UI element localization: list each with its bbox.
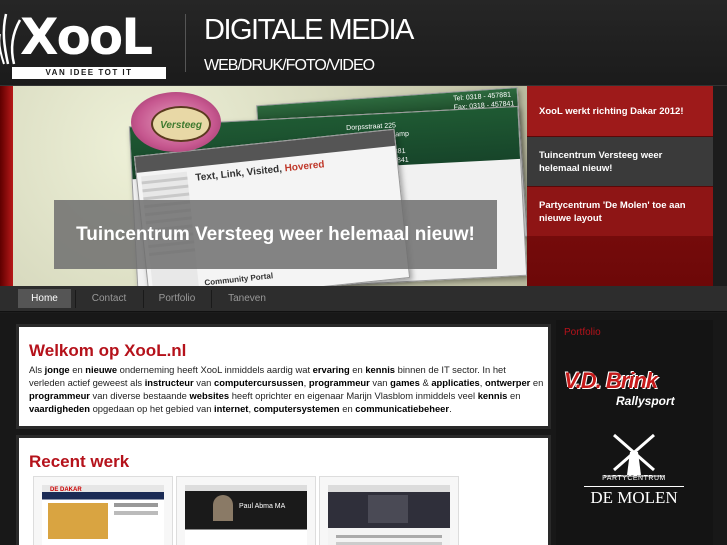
page: XooL VAN IDEE TOT IT DIGITALE MEDIA WEB/…	[0, 0, 727, 545]
news-list: XooL werkt richting Dakar 2012! Tuincent…	[527, 86, 727, 286]
intro-text-run: &	[419, 377, 432, 388]
recent-work-panel: Recent werk DE DAKAR Paul Abma MA	[16, 435, 551, 545]
welcome-text: Als jonge en nieuwe onderneming heeft Xo…	[29, 363, 544, 415]
thumb-person[interactable]: Paul Abma MA	[176, 476, 316, 545]
intro-keyword: ervaring	[312, 364, 350, 375]
intro-keyword: applicaties	[431, 377, 480, 388]
thumb-molen[interactable]	[319, 476, 459, 545]
welcome-panel: Welkom op XooL.nl Als jonge en nieuwe on…	[16, 324, 551, 429]
main-nav: Home Contact Portfolio Taneven	[0, 286, 727, 312]
vd-brink-logo[interactable]: V.D. Brink Rallysport	[564, 368, 704, 418]
site-title: DIGITALE MEDIA	[204, 14, 414, 46]
intro-text-run: van	[369, 377, 391, 388]
slider-edge	[0, 86, 13, 286]
intro-text-run: en	[339, 403, 356, 414]
logo-tagline: VAN IDEE TOT IT	[12, 67, 166, 79]
header-divider	[185, 14, 186, 72]
intro-text-run: opgedaan op het gebied van	[89, 403, 215, 414]
intro-text-run: en	[530, 377, 544, 388]
portfolio-sidebar: Portfolio V.D. Brink Rallysport PARTYCEN…	[556, 320, 713, 545]
intro-keyword: nieuwe	[85, 364, 118, 375]
intro-text-run: en	[507, 390, 521, 401]
intro-text-run: en	[349, 364, 366, 375]
intro-text-run: en	[69, 364, 86, 375]
intro-text-run: van diverse bestaande	[89, 390, 190, 401]
news-item-versteeg[interactable]: Tuincentrum Versteeg weer helemaal nieuw…	[527, 137, 713, 186]
xool-logo[interactable]: XooL VAN IDEE TOT IT	[0, 6, 170, 79]
portfolio-title: Portfolio	[564, 327, 601, 338]
intro-keyword: websites	[189, 390, 230, 401]
intro-keyword: computercursussen	[214, 377, 304, 388]
windmill-icon	[604, 433, 664, 477]
intro-keyword: vaardigheden	[29, 403, 90, 414]
intro-keyword: programmeur	[308, 377, 370, 388]
slide-image[interactable]: Text, Link, Visited, Hovered Tel: 0318 -…	[13, 86, 527, 286]
preview-community: Community Portal	[204, 271, 274, 286]
de-molen-logo[interactable]: PARTYCENTRUM DE MOLEN	[584, 430, 684, 530]
news-item-molen[interactable]: Partycentrum 'De Molen' toe aan nieuwe l…	[527, 187, 713, 236]
intro-text-run: van	[193, 377, 214, 388]
nav-home[interactable]: Home	[18, 289, 71, 308]
nav-taneven[interactable]: Taneven	[214, 289, 280, 308]
intro-text-run: Als	[29, 364, 45, 375]
logo-wordmark: XooL	[20, 8, 153, 66]
intro-keyword: games	[390, 377, 420, 388]
preview-brand: Versteeg	[151, 106, 211, 142]
recent-work-title: Recent werk	[29, 452, 130, 471]
welcome-title: Welkom op XooL.nl	[29, 341, 187, 360]
featured-slider: Text, Link, Visited, Hovered Tel: 0318 -…	[0, 86, 727, 286]
intro-keyword: internet	[214, 403, 249, 414]
intro-keyword: kennis	[365, 364, 396, 375]
nav-contact[interactable]: Contact	[78, 289, 140, 308]
intro-text-run: heeft oprichter en eigenaar Marijn Vlasb…	[229, 390, 478, 401]
intro-keyword: kennis	[477, 390, 508, 401]
news-item-dakar[interactable]: XooL werkt richting Dakar 2012!	[527, 86, 713, 136]
slide-caption[interactable]: Tuincentrum Versteeg weer helemaal nieuw…	[54, 200, 497, 269]
intro-keyword: computersystemen	[253, 403, 340, 414]
intro-text-run: .	[449, 403, 452, 414]
intro-keyword: communicatiebeheer	[355, 403, 450, 414]
site-header: XooL VAN IDEE TOT IT DIGITALE MEDIA WEB/…	[0, 0, 727, 86]
thumb-dakar[interactable]: DE DAKAR	[33, 476, 173, 545]
intro-text-run: onderneming heeft XooL inmiddels aardig …	[117, 364, 313, 375]
intro-keyword: ontwerper	[485, 377, 531, 388]
intro-keyword: instructeur	[144, 377, 194, 388]
intro-keyword: jonge	[44, 364, 70, 375]
intro-keyword: programmeur	[29, 390, 90, 401]
site-subtitle: WEB/DRUK/FOTO/VIDEO	[204, 57, 375, 74]
nav-portfolio[interactable]: Portfolio	[146, 289, 208, 308]
